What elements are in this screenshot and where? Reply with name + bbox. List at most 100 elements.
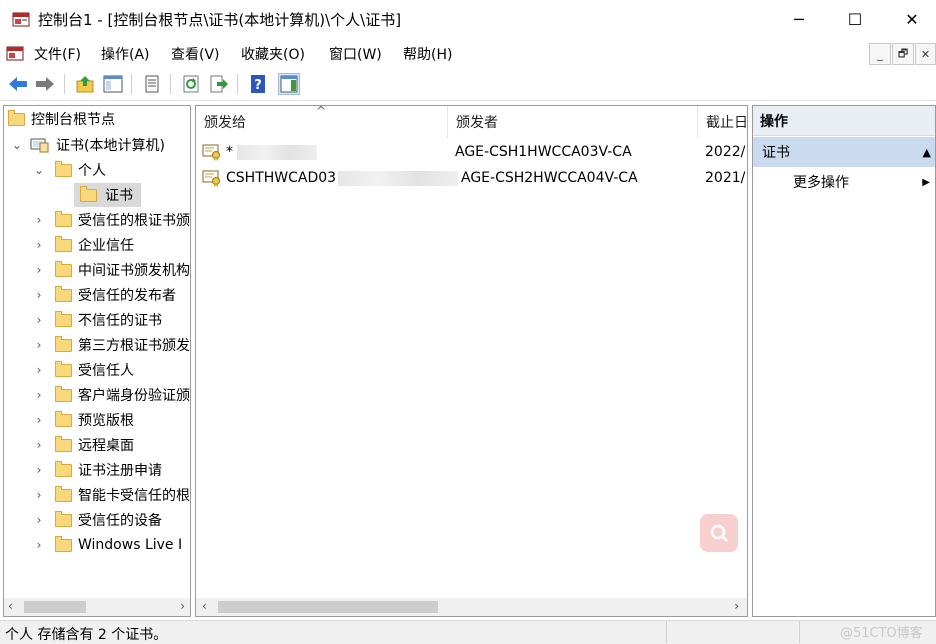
action-section-certificates[interactable]: 证书 ▲ <box>753 137 935 167</box>
tree-node-label: 预览版根 <box>78 413 134 429</box>
tree-node-label: 证书注册申请 <box>78 463 162 479</box>
table-row[interactable]: CSHTHWCAD03 <box>202 166 459 190</box>
chevron-right-icon[interactable]: › <box>32 488 46 502</box>
toolbar-separator <box>131 74 132 94</box>
chevron-right-icon[interactable]: › <box>32 338 46 352</box>
tree-node-remote-desktop[interactable]: › 远程桌面 <box>32 433 134 457</box>
mdi-restore-button[interactable]: 🗗 <box>892 43 914 65</box>
forward-arrow-icon[interactable] <box>34 73 56 95</box>
scrollbar-thumb[interactable] <box>218 601 438 613</box>
help-icon[interactable]: ? <box>247 73 269 95</box>
chevron-right-icon[interactable]: › <box>32 513 46 527</box>
tree-node-label: 控制台根节点 <box>31 112 115 128</box>
menu-favorites[interactable]: 收藏夹(O) <box>241 44 305 64</box>
export-list-icon[interactable] <box>208 73 230 95</box>
tree-node-root[interactable]: 控制台根节点 <box>8 107 115 131</box>
svg-text:?: ? <box>254 78 262 93</box>
scroll-left-icon[interactable]: ‹ <box>202 599 207 613</box>
action-pane: 操作 证书 ▲ 更多操作 ▶ <box>752 105 936 617</box>
collapse-icon[interactable]: ▲ <box>923 146 931 159</box>
cell-issued-to: CSHTHWCAD03 <box>226 170 337 186</box>
folder-icon <box>55 435 72 452</box>
toolbar-separator <box>170 74 171 94</box>
search-icon <box>710 524 728 542</box>
minimize-icon: ─ <box>794 9 804 29</box>
menu-action[interactable]: 操作(A) <box>101 44 150 64</box>
tree-node-trusted-people[interactable]: › 受信任人 <box>32 358 134 382</box>
chevron-right-icon[interactable]: › <box>32 313 46 327</box>
status-divider <box>666 621 667 643</box>
close-button[interactable]: ✕ <box>889 0 935 38</box>
column-header-issued-by[interactable]: 颁发者 <box>448 106 698 138</box>
folder-icon <box>55 210 72 227</box>
scroll-right-icon[interactable]: › <box>734 599 739 613</box>
chevron-right-icon[interactable]: › <box>32 438 46 452</box>
menu-window[interactable]: 窗口(W) <box>329 44 382 64</box>
column-label: 颁发者 <box>456 115 498 131</box>
tree-node-client-auth[interactable]: › 客户端身份验证颁 <box>32 383 190 407</box>
chevron-right-icon[interactable]: › <box>32 238 46 252</box>
tree-node-smartcard-root[interactable]: › 智能卡受信任的根 <box>32 483 190 507</box>
console-menu-icon[interactable] <box>6 44 24 62</box>
table-row[interactable]: * <box>202 140 317 164</box>
chevron-right-icon[interactable]: › <box>32 388 46 402</box>
tree-node-untrusted[interactable]: › 不信任的证书 <box>32 308 162 332</box>
chevron-right-icon[interactable]: › <box>32 413 46 427</box>
column-label: 颁发给 <box>204 115 246 131</box>
tree-node-third-party-root[interactable]: › 第三方根证书颁发 <box>32 333 190 357</box>
tree-horizontal-scrollbar[interactable]: ‹ › <box>4 598 190 616</box>
tree-node-cert-store[interactable]: ⌄ 证书(本地计算机) <box>10 133 165 157</box>
mdi-close-button[interactable]: ✕ <box>915 43 936 65</box>
tree-node-enterprise-trust[interactable]: › 企业信任 <box>32 233 134 257</box>
tree-node-intermediate-ca[interactable]: › 中间证书颁发机构 <box>32 258 190 282</box>
minimize-button[interactable]: ─ <box>776 0 822 38</box>
tree-node-trusted-devices[interactable]: › 受信任的设备 <box>32 508 162 532</box>
tree-node-label: 客户端身份验证颁 <box>78 388 190 404</box>
maximize-button[interactable]: ☐ <box>832 0 878 38</box>
redacted-text <box>338 170 459 186</box>
scroll-right-icon[interactable]: › <box>180 599 185 613</box>
search-badge[interactable] <box>700 514 738 552</box>
list-horizontal-scrollbar[interactable]: ‹ › <box>196 598 747 616</box>
action-pane-header: 操作 <box>753 106 935 136</box>
refresh-icon[interactable] <box>180 73 202 95</box>
chevron-right-icon[interactable]: › <box>32 463 46 477</box>
folder-icon <box>55 310 72 327</box>
redacted-text <box>237 144 317 160</box>
tree-node-windows-live[interactable]: › Windows Live I <box>32 533 182 557</box>
show-hide-action-icon[interactable] <box>278 73 300 95</box>
tree-node-trusted-root[interactable]: › 受信任的根证书颁 <box>32 208 190 232</box>
tree-node-certificates-selected[interactable]: 证书 <box>74 183 141 207</box>
computer-cert-icon <box>30 138 49 153</box>
tree-node-preview-root[interactable]: › 预览版根 <box>32 408 134 432</box>
mdi-minimize-button[interactable]: _ <box>869 43 891 65</box>
menu-file[interactable]: 文件(F) <box>34 44 81 64</box>
back-arrow-icon[interactable] <box>7 73 29 95</box>
tree-node-label: Windows Live I <box>78 537 183 553</box>
chevron-right-icon[interactable]: › <box>32 363 46 377</box>
certificate-list[interactable]: 颁发给 ^ 颁发者 截止日 * AGE-CSH1HWCCA03V-CA 2022… <box>195 105 748 617</box>
properties-icon[interactable] <box>141 73 163 95</box>
chevron-down-icon[interactable]: ⌄ <box>10 138 24 152</box>
tree-node-personal[interactable]: ⌄ 个人 <box>32 158 106 182</box>
column-label: 截止日 <box>706 115 748 131</box>
certificate-icon <box>202 170 220 187</box>
tree-node-trusted-publishers[interactable]: › 受信任的发布者 <box>32 283 176 307</box>
tree-node-enrollment-requests[interactable]: › 证书注册申请 <box>32 458 162 482</box>
chevron-right-icon[interactable]: › <box>32 213 46 227</box>
folder-icon <box>80 185 97 202</box>
menu-view[interactable]: 查看(V) <box>171 44 220 64</box>
column-header-expiration[interactable]: 截止日 <box>698 106 748 138</box>
action-more-actions[interactable]: 更多操作 ▶ <box>753 169 935 195</box>
chevron-right-icon[interactable]: › <box>32 288 46 302</box>
scrollbar-thumb[interactable] <box>24 601 86 613</box>
up-folder-icon[interactable] <box>74 73 96 95</box>
scroll-left-icon[interactable]: ‹ <box>8 599 13 613</box>
chevron-right-icon[interactable]: › <box>32 263 46 277</box>
show-hide-tree-icon[interactable] <box>102 73 124 95</box>
chevron-down-icon[interactable]: ⌄ <box>32 163 46 177</box>
tree-node-label: 受信任的发布者 <box>78 288 176 304</box>
console-tree[interactable]: 控制台根节点 ⌄ 证书(本地计算机) ⌄ 个人 证书 › 受信任的根证书颁 › 企业… <box>3 105 191 617</box>
chevron-right-icon[interactable]: › <box>32 538 46 552</box>
menu-help[interactable]: 帮助(H) <box>403 44 452 64</box>
